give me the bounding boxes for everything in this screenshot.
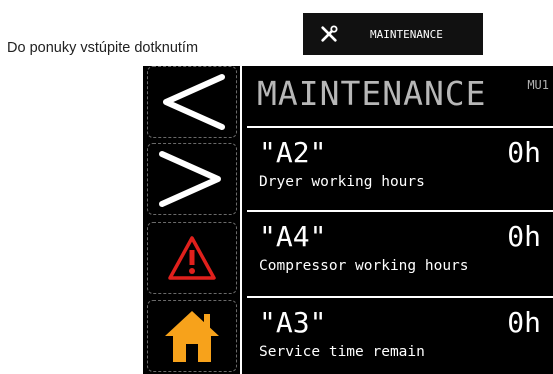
warning-icon (168, 236, 216, 280)
list-item[interactable]: "A3" 0h Service time remain (247, 296, 553, 370)
screen-code: MU1 (527, 78, 549, 92)
list-item[interactable]: "A2" 0h Dryer working hours (247, 126, 553, 200)
item-description: Dryer working hours (259, 174, 425, 190)
maintenance-menu-button[interactable]: MAINTENANCE (303, 13, 483, 55)
sidebar-divider (240, 66, 242, 374)
item-value: 0h (507, 136, 541, 169)
forward-button[interactable] (147, 143, 237, 215)
item-value: 0h (507, 220, 541, 253)
back-button[interactable] (147, 66, 237, 138)
item-code: "A3" (259, 306, 327, 339)
item-value: 0h (507, 306, 541, 339)
alarm-button[interactable] (147, 222, 237, 294)
chevron-right-icon (159, 151, 221, 207)
screen-title: MAINTENANCE (257, 74, 487, 113)
sidebar (143, 66, 239, 374)
item-description: Service time remain (259, 344, 425, 360)
instruction-text: Do ponuky vstúpite dotknutím . (7, 40, 483, 56)
home-button[interactable] (147, 300, 237, 372)
instruction-sentence: Do ponuky vstúpite dotknutím (7, 40, 199, 56)
maintenance-menu-label: MAINTENANCE (370, 27, 443, 41)
tools-icon (321, 25, 338, 42)
item-code: "A4" (259, 220, 327, 253)
home-icon (165, 311, 219, 362)
item-code: "A2" (259, 136, 327, 169)
maintenance-content: MAINTENANCE MU1 "A2" 0h Dryer working ho… (243, 66, 553, 374)
list-item[interactable]: "A4" 0h Compressor working hours (247, 210, 553, 284)
hmi-screen: MAINTENANCE MU1 "A2" 0h Dryer working ho… (143, 66, 553, 374)
item-description: Compressor working hours (259, 258, 469, 274)
chevron-left-icon (163, 74, 225, 130)
